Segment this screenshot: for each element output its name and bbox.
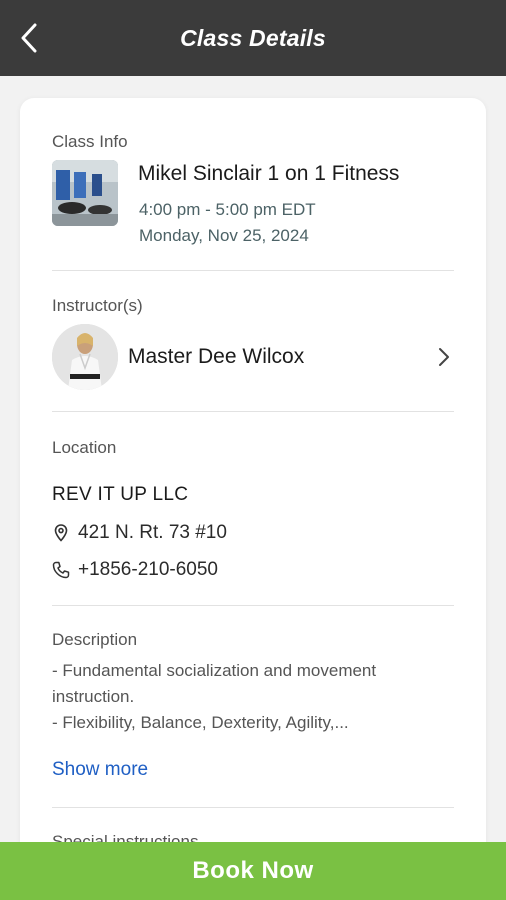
description-line: - Fundamental socialization and movement… — [52, 661, 377, 706]
divider — [52, 270, 454, 271]
instructors-label: Instructor(s) — [52, 296, 143, 315]
location-name: REV IT UP LLC — [52, 484, 189, 505]
chevron-right-icon — [434, 345, 454, 369]
class-date: Monday, Nov 25, 2024 — [139, 226, 309, 245]
chevron-left-icon — [21, 23, 37, 53]
app-header: Class Details — [0, 0, 506, 76]
class-name: Mikel Sinclair 1 on 1 Fitness — [138, 162, 400, 185]
show-more-link[interactable]: Show more — [52, 759, 148, 781]
divider — [52, 605, 454, 606]
divider — [52, 807, 454, 808]
phone-icon — [52, 560, 70, 580]
description-label: Description — [52, 630, 138, 649]
location-label: Location — [52, 438, 117, 457]
class-time: 4:00 pm - 5:00 pm EDT — [139, 200, 316, 219]
class-details-card: Class Info Mikel Sinclair 1 on 1 Fitness… — [20, 98, 486, 858]
description-line: - Flexibility, Balance, Dexterity, Agili… — [52, 713, 349, 732]
instructor-avatar — [52, 324, 118, 390]
page-title: Class Details — [180, 24, 326, 51]
phone-row[interactable]: +1856-210-6050 — [52, 558, 218, 582]
location-phone: +1856-210-6050 — [78, 559, 218, 580]
instructor-item[interactable]: Master Dee Wilcox — [52, 324, 454, 390]
address-row[interactable]: 421 N. Rt. 73 #10 — [52, 521, 227, 545]
class-info-label: Class Info — [52, 132, 128, 151]
back-button[interactable] — [14, 20, 44, 56]
divider — [52, 411, 454, 412]
location-address: 421 N. Rt. 73 #10 — [78, 522, 227, 543]
book-now-button[interactable]: Book Now — [0, 842, 506, 900]
map-pin-icon — [52, 523, 70, 543]
description-text: - Fundamental socialization and movement… — [52, 658, 454, 736]
class-thumbnail-image — [52, 160, 118, 226]
instructor-name: Master Dee Wilcox — [128, 345, 305, 368]
